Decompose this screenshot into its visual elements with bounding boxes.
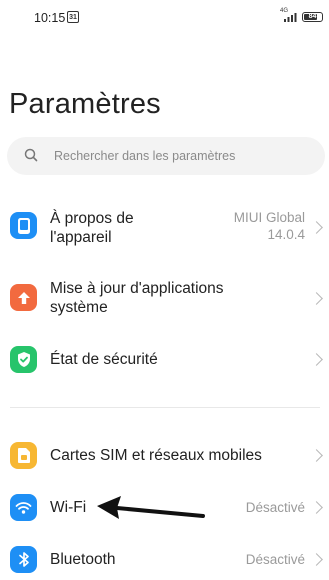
shield-check-icon [10, 346, 37, 373]
pointer-arrow-annotation [97, 496, 205, 519]
value-line: MIUI Global [233, 210, 305, 225]
label-line: système [50, 299, 108, 316]
section-divider [10, 407, 320, 408]
settings-item-value: Désactivé [245, 552, 305, 567]
chevron-right-icon [310, 501, 323, 514]
chevron-right-icon [310, 353, 323, 366]
page-title: Paramètres [9, 88, 161, 120]
settings-item-about-device[interactable]: À propos de l'appareil MIUI Global 14.0.… [0, 200, 329, 260]
label-line: Mise à jour d'applications [50, 280, 224, 297]
status-time: 10:15 [34, 11, 66, 25]
chevron-right-icon [310, 221, 323, 234]
battery-icon: 84 [302, 12, 323, 22]
settings-item-label: À propos de l'appareil [50, 209, 134, 247]
wifi-icon [10, 494, 37, 521]
arrow-up-icon [10, 284, 37, 311]
status-bar: 10:15 31 4G 84 [0, 0, 329, 34]
settings-item-label: Wi-Fi [50, 499, 87, 516]
settings-item-label: Bluetooth [50, 551, 116, 568]
settings-item-system-app-updates[interactable]: Mise à jour d'applications système [0, 272, 329, 328]
settings-item-value: Désactivé [245, 500, 305, 515]
chevron-right-icon [310, 292, 323, 305]
search-placeholder: Rechercher dans les paramètres [54, 149, 236, 163]
search-bar[interactable]: Rechercher dans les paramètres [7, 137, 325, 175]
calendar-notification-icon: 31 [67, 11, 79, 23]
sim-card-icon [10, 442, 37, 469]
settings-item-bluetooth[interactable]: Bluetooth Désactivé [0, 540, 329, 580]
search-icon [24, 148, 38, 162]
label-line: À propos de [50, 210, 134, 227]
settings-item-label: Mise à jour d'applications système [50, 279, 224, 317]
value-line: 14.0.4 [267, 227, 305, 242]
label-line: l'appareil [50, 229, 112, 246]
signal-icon [284, 13, 297, 22]
chevron-right-icon [310, 449, 323, 462]
battery-level: 84 [308, 13, 317, 20]
settings-item-value: MIUI Global 14.0.4 [234, 209, 305, 243]
chevron-right-icon [310, 553, 323, 566]
settings-item-security-status[interactable]: État de sécurité [0, 340, 329, 380]
settings-item-sim-cards[interactable]: Cartes SIM et réseaux mobiles [0, 436, 329, 476]
settings-item-label: Cartes SIM et réseaux mobiles [50, 447, 262, 464]
settings-item-label: État de sécurité [50, 351, 158, 368]
phone-icon [10, 212, 37, 239]
